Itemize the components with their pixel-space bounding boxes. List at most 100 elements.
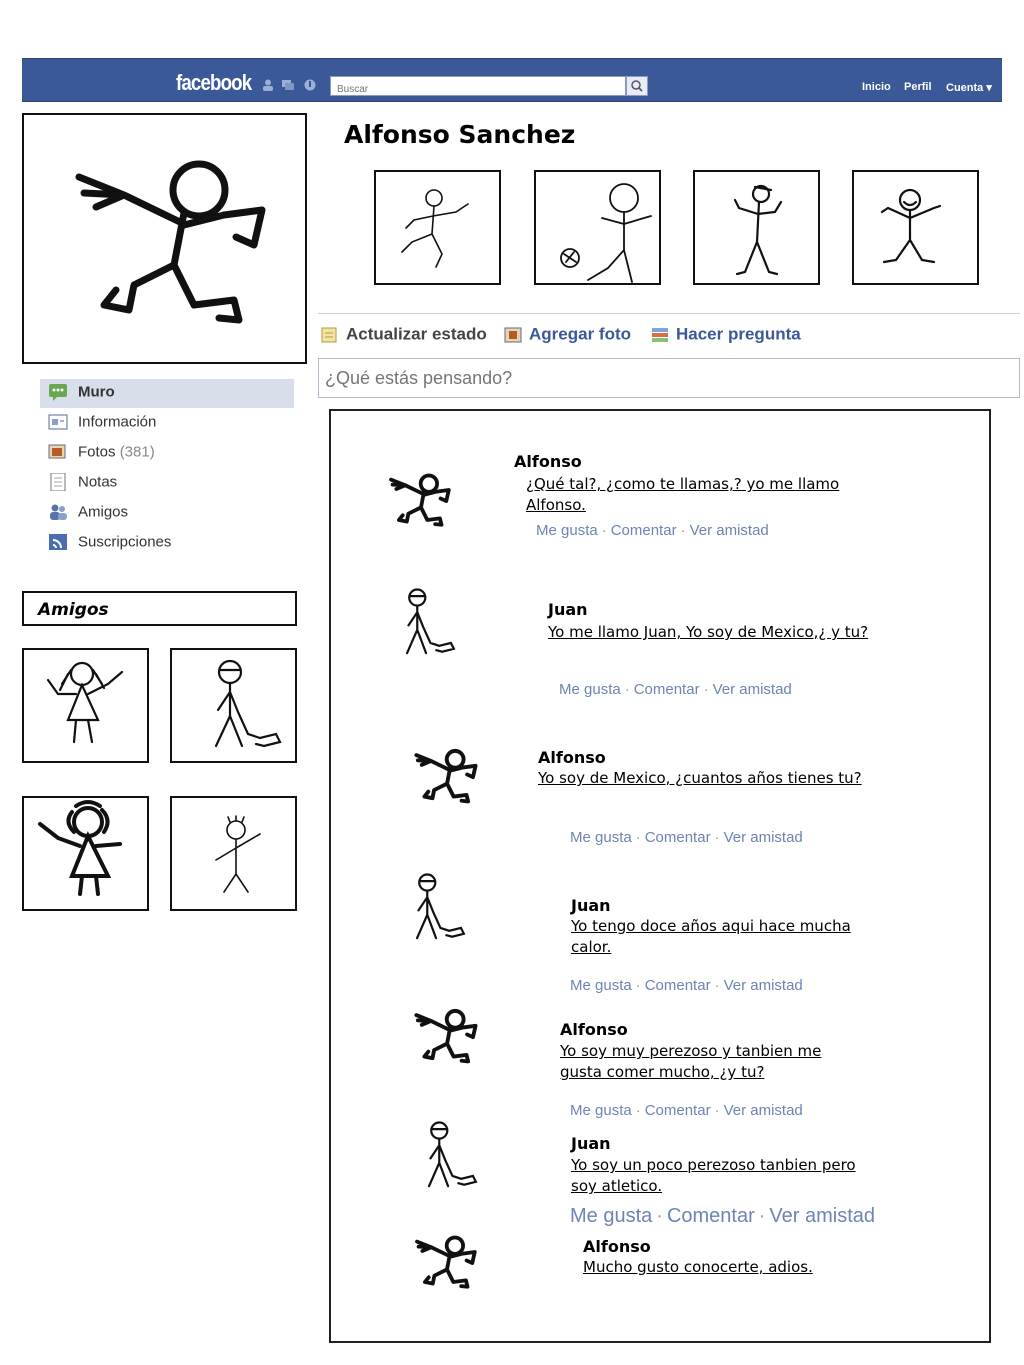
like-link[interactable]: Me gusta [570,1205,652,1227]
friends-icon [50,504,67,521]
comment-link[interactable]: Comentar [645,977,711,994]
post-avatar-juan[interactable] [388,580,478,670]
stick-girl-drawing [46,661,124,744]
curly-girl-drawing [38,800,122,896]
post-author[interactable]: Juan [571,896,611,915]
stickman-happy-drawing [880,188,942,264]
top-bar: facebook Inicio Perfil Cuenta ▾ [22,58,1002,102]
stickman-pointing-drawing [415,1235,477,1289]
add-photo-button[interactable]: Agregar foto [503,324,631,345]
sidebar-item-notas[interactable]: Notas [48,473,117,495]
stickman-pointing-drawing [414,748,478,804]
sidebar-item-fotos[interactable]: Fotos (381) [48,443,155,465]
like-link[interactable]: Me gusta [570,829,632,846]
search-icon [631,80,643,92]
view-friendship-link[interactable]: Ver amistad [724,977,803,994]
post-avatar-alfonso[interactable] [398,1222,490,1300]
messages-icon[interactable] [282,79,294,91]
comment-link[interactable]: Comentar [634,681,700,698]
post-author[interactable]: Alfonso [583,1237,651,1256]
friend-thumbnail-girl[interactable] [22,648,149,763]
status-input[interactable] [323,367,1007,390]
post-avatar-alfonso[interactable] [398,735,490,815]
view-friendship-link[interactable]: Ver amistad [724,1102,803,1119]
friend-requests-icon[interactable] [262,79,274,91]
post-text: Yo soy muy perezoso y tanbien me gusta c… [560,1042,822,1081]
stickman-with-dog-drawing [427,1121,478,1188]
photos-icon [48,444,66,459]
photo-icon [504,327,522,343]
nav-account-menu[interactable]: Cuenta ▾ [946,81,992,94]
post-text: Mucho gusto conocerte, adios. [583,1258,813,1276]
divider [318,313,1020,314]
view-friendship-link[interactable]: Ver amistad [713,681,792,698]
search-field[interactable] [330,76,626,99]
stickman-kicking-ball-drawing [560,183,652,283]
search-input[interactable] [335,80,609,99]
ask-question-button[interactable]: Hacer pregunta [650,324,801,345]
stickman-running-drawing [401,189,469,268]
like-link[interactable]: Me gusta [559,681,621,698]
post-actions: Me gusta · Comentar · Ver amistad [559,681,792,698]
post-actions: Me gusta · Comentar · Ver amistad [570,829,803,846]
post-actions: Me gusta · Comentar · Ver amistad [570,977,803,994]
friends-header: Amigos [22,591,297,626]
photo-thumbnail-shrug[interactable] [693,170,820,285]
stickman-shrugging-drawing [733,184,783,276]
friends-title: Amigos [38,600,109,620]
comment-link[interactable]: Comentar [645,829,711,846]
view-friendship-link[interactable]: Ver amistad [724,829,803,846]
post-avatar-juan[interactable] [398,865,488,955]
update-status-button[interactable]: Actualizar estado [320,324,487,345]
question-list-icon [652,327,668,342]
subscriptions-icon [49,534,67,551]
nav-profile-link[interactable]: Perfil [904,81,932,93]
post-actions: Me gusta · Comentar · Ver amistad [570,1205,876,1227]
post-avatar-alfonso[interactable] [372,460,464,538]
nav-home-link[interactable]: Inicio [862,81,891,93]
view-friendship-link[interactable]: Ver amistad [690,522,769,539]
info-icon [48,414,68,430]
profile-picture[interactable] [22,113,307,364]
post-author[interactable]: Alfonso [538,748,606,767]
post-text: Yo tengo doce años aqui hace mucha calor… [571,917,851,956]
photo-thumbnail-running[interactable] [374,170,501,285]
like-link[interactable]: Me gusta [570,1102,632,1119]
sidebar-item-muro[interactable]: Muro [48,383,115,405]
post-text: Yo soy un poco perezoso tanbien pero soy… [571,1156,856,1195]
comment-link[interactable]: Comentar [611,522,677,539]
like-link[interactable]: Me gusta [536,522,598,539]
like-link[interactable]: Me gusta [570,977,632,994]
post-author[interactable]: Alfonso [560,1020,628,1039]
search-button[interactable] [626,76,648,96]
facebook-logo[interactable]: facebook [176,70,252,96]
friend-thumbnail-curly[interactable] [22,796,149,911]
stickman-with-dog-drawing [415,873,466,940]
profile-name: Alfonso Sanchez [344,120,576,149]
post-author[interactable]: Juan [571,1134,611,1153]
status-composer[interactable] [318,358,1020,398]
pencil-note-icon [321,327,337,343]
post-author[interactable]: Alfonso [514,452,582,471]
sidebar-item-informacion[interactable]: Información [48,413,156,435]
post-text: Yo me llamo Juan, Yo soy de Mexico,¿ y t… [548,623,869,641]
post-avatar-juan[interactable] [410,1113,500,1203]
notifications-icon[interactable] [304,79,316,91]
stickman-pointing-drawing [414,1008,478,1064]
sidebar-item-suscripciones[interactable]: Suscripciones [48,533,171,555]
sidebar-item-amigos[interactable]: Amigos [48,503,128,525]
post-text: Yo soy de Mexico, ¿cuantos años tienes t… [538,769,862,787]
friend-thumbnail-juan[interactable] [170,648,297,763]
post-avatar-alfonso[interactable] [398,995,490,1075]
post-actions: Me gusta · Comentar · Ver amistad [536,522,769,539]
post-author[interactable]: Juan [548,600,588,619]
comment-link[interactable]: Comentar [645,1102,711,1119]
spiky-stickman-drawing [215,815,261,893]
photo-thumbnail-soccer[interactable] [534,170,661,285]
comment-link[interactable]: Comentar [667,1205,755,1227]
stickman-pointing-drawing [389,473,451,527]
post-actions: Me gusta · Comentar · Ver amistad [570,1102,803,1119]
friend-thumbnail-spiky[interactable] [170,796,297,911]
photo-thumbnail-happy[interactable] [852,170,979,285]
view-friendship-link[interactable]: Ver amistad [769,1205,875,1227]
